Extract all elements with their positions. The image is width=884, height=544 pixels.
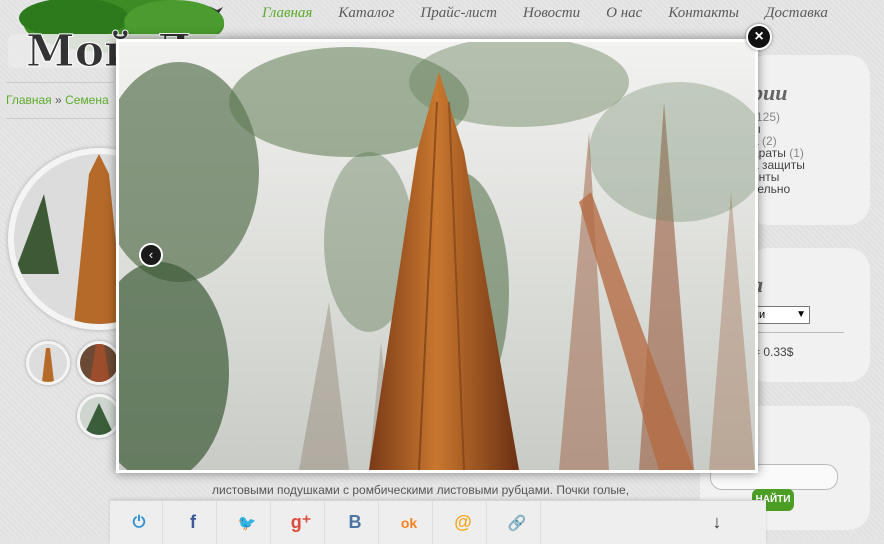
arrow-down-icon[interactable]: ↓ [694,501,740,544]
currency-select[interactable]: пи ▼ [750,306,810,324]
nav-catalog[interactable]: Каталог [338,5,394,22]
facebook-icon[interactable]: f [170,501,217,544]
main-nav: Главная Каталог Прайс-лист Новости О нас… [262,5,884,22]
product-description: листовыми подушками с ромбическими листо… [212,483,630,497]
vk-icon[interactable]: В [332,501,379,544]
prev-arrow-icon[interactable]: ‹ [139,243,163,267]
googleplus-icon[interactable]: g⁺ [278,501,325,544]
divider [6,118,114,119]
chevron-down-icon: ▼ [796,309,806,320]
divider [6,82,114,83]
share-bar: ⏻ f 🐦 g⁺ В ok @ 🔗 ↓ [110,500,766,544]
nav-home[interactable]: Главная [262,5,312,22]
categories-panel: рии (125) ы а (2) араты (1) а защиты ент… [746,55,870,225]
product-thumb[interactable] [77,394,121,438]
power-icon[interactable]: ⏻ [116,501,163,544]
twitter-icon[interactable]: 🐦 [224,501,271,544]
product-thumb[interactable] [77,341,121,385]
breadcrumb-home[interactable]: Главная [6,93,52,107]
mailru-icon[interactable]: @ [440,501,487,544]
odnoklassniki-icon[interactable]: ok [386,501,433,544]
nav-contacts[interactable]: Контакты [668,5,739,22]
nav-about[interactable]: О нас [606,5,642,22]
nav-news[interactable]: Новости [523,5,580,22]
link-icon[interactable]: 🔗 [494,501,541,544]
lightbox [116,39,758,473]
lightbox-image[interactable] [119,42,755,470]
product-thumb[interactable] [26,341,70,385]
currency-rate: = 0.33$ [753,345,794,359]
close-icon[interactable]: × [746,24,772,50]
breadcrumb-separator: » [55,93,62,107]
divider [746,332,844,333]
nav-delivery[interactable]: Доставка [765,5,828,22]
nav-price-list[interactable]: Прайс-лист [420,5,497,22]
breadcrumb-seeds[interactable]: Семена [65,93,109,107]
breadcrumb: Главная » Семена [6,93,109,107]
